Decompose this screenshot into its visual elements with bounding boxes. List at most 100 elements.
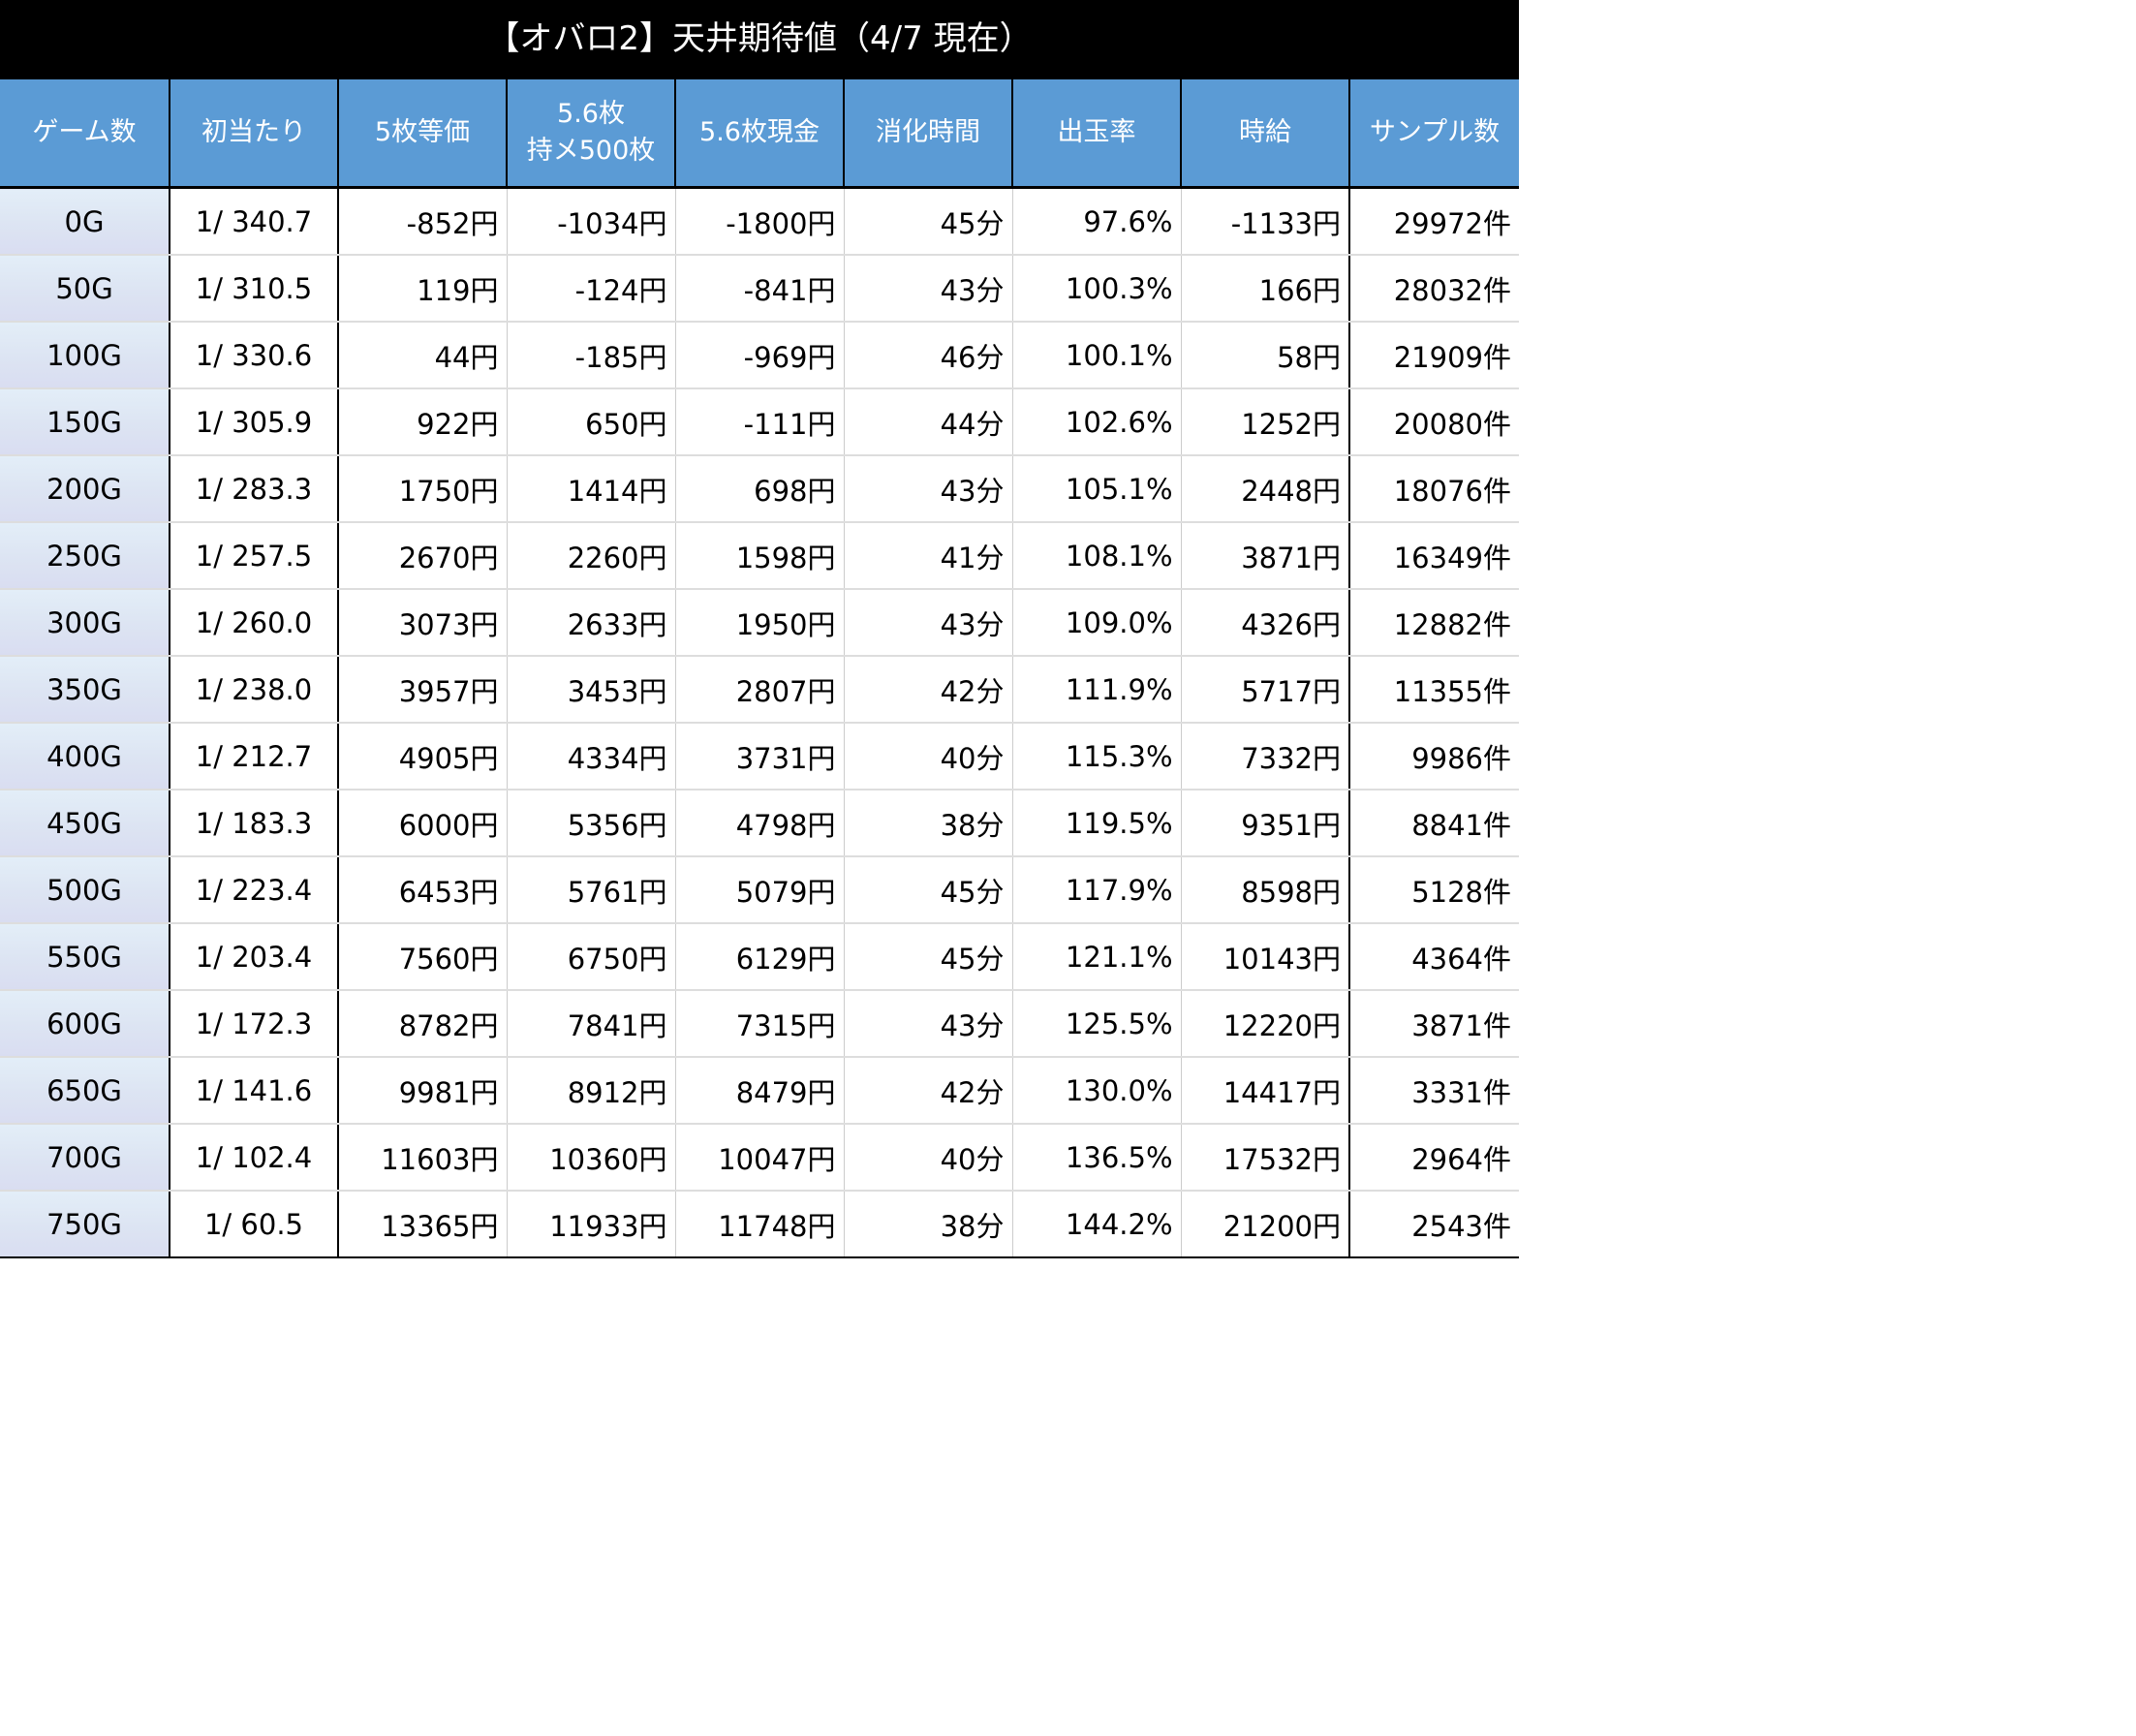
play-time-cell: 45分 <box>843 187 1012 256</box>
first-hit-cell: 1/ 340.7 <box>170 187 339 256</box>
payout-rate-cell: 100.1% <box>1011 322 1181 389</box>
table-row: 50G 1/ 310.5 119円 -124円 -841円 43分 100.3% 166円 28… <box>0 255 1519 323</box>
table-row: 100G 1/ 330.6 44円 -185円 -969円 46分 100.1% 58円 219… <box>0 322 1519 389</box>
five-coin-value-cell: 1750円 <box>337 455 507 523</box>
five-six-medal-value-cell: 6750円 <box>506 923 675 991</box>
column-header-game-count: ゲーム数 <box>0 79 170 189</box>
first-hit-cell: 1/ 330.6 <box>170 322 339 389</box>
five-six-cash-value-cell: 1950円 <box>674 589 844 657</box>
game-count-cell: 100G <box>0 322 170 389</box>
five-coin-value-cell: 3073円 <box>337 589 507 657</box>
sample-count-cell: 16349件 <box>1348 522 1519 590</box>
five-coin-value-cell: -852円 <box>337 187 507 256</box>
payout-rate-cell: 144.2% <box>1011 1191 1181 1258</box>
payout-rate-cell: 100.3% <box>1011 255 1181 323</box>
play-time-cell: 40分 <box>843 1124 1012 1192</box>
page-title: 【オバロ2】天井期待値（4/7 現在） <box>0 0 1519 79</box>
five-six-cash-value-cell: -1800円 <box>674 187 844 256</box>
play-time-cell: 44分 <box>843 388 1012 456</box>
table-row: 200G 1/ 283.3 1750円 1414円 698円 43分 105.1% 2448円… <box>0 455 1519 523</box>
payout-rate-cell: 105.1% <box>1011 455 1181 523</box>
first-hit-cell: 1/ 203.4 <box>170 923 339 991</box>
sample-count-cell: 12882件 <box>1348 589 1519 657</box>
header-row: ゲーム数 初当たり 5枚等価 5.6枚 持メ500枚 5.6枚現金 消化時間 出玉… <box>0 79 1519 189</box>
hourly-rate-cell: 4326円 <box>1180 589 1350 657</box>
five-six-medal-value-cell: -124円 <box>506 255 675 323</box>
hourly-rate-cell: 9351円 <box>1180 790 1350 857</box>
play-time-cell: 43分 <box>843 589 1012 657</box>
hourly-rate-cell: -1133円 <box>1180 187 1350 256</box>
game-count-cell: 50G <box>0 255 170 323</box>
sample-count-cell: 8841件 <box>1348 790 1519 857</box>
five-six-medal-value-cell: 8912円 <box>506 1057 675 1125</box>
game-count-cell: 250G <box>0 522 170 590</box>
play-time-cell: 38分 <box>843 1191 1012 1258</box>
sample-count-cell: 3871件 <box>1348 990 1519 1058</box>
table-row: 150G 1/ 305.9 922円 650円 -111円 44分 102.6% 1252円 2… <box>0 388 1519 456</box>
play-time-cell: 38分 <box>843 790 1012 857</box>
game-count-cell: 750G <box>0 1191 170 1258</box>
column-header-5-6-coin-medals: 5.6枚 持メ500枚 <box>506 79 675 189</box>
table-row: 650G 1/ 141.6 9981円 8912円 8479円 42分 130.0% 1441… <box>0 1057 1519 1125</box>
five-six-cash-value-cell: 2807円 <box>674 656 844 724</box>
table-row: 350G 1/ 238.0 3957円 3453円 2807円 42分 111.9% 5717… <box>0 656 1519 724</box>
hourly-rate-cell: 58円 <box>1180 322 1350 389</box>
sample-count-cell: 18076件 <box>1348 455 1519 523</box>
five-six-cash-value-cell: 698円 <box>674 455 844 523</box>
five-coin-value-cell: 13365円 <box>337 1191 507 1258</box>
five-six-medal-value-cell: 7841円 <box>506 990 675 1058</box>
five-six-medal-value-cell: 4334円 <box>506 723 675 790</box>
payout-rate-cell: 117.9% <box>1011 856 1181 924</box>
hourly-rate-cell: 5717円 <box>1180 656 1350 724</box>
five-six-cash-value-cell: -841円 <box>674 255 844 323</box>
first-hit-cell: 1/ 305.9 <box>170 388 339 456</box>
five-six-medal-value-cell: 2633円 <box>506 589 675 657</box>
five-coin-value-cell: 4905円 <box>337 723 507 790</box>
hourly-rate-cell: 8598円 <box>1180 856 1350 924</box>
five-six-medal-value-cell: 5761円 <box>506 856 675 924</box>
game-count-cell: 300G <box>0 589 170 657</box>
five-six-medal-value-cell: 3453円 <box>506 656 675 724</box>
game-count-cell: 350G <box>0 656 170 724</box>
payout-rate-cell: 97.6% <box>1011 187 1181 256</box>
payout-rate-cell: 119.5% <box>1011 790 1181 857</box>
sample-count-cell: 11355件 <box>1348 656 1519 724</box>
hourly-rate-cell: 2448円 <box>1180 455 1350 523</box>
hourly-rate-cell: 1252円 <box>1180 388 1350 456</box>
hourly-rate-cell: 12220円 <box>1180 990 1350 1058</box>
first-hit-cell: 1/ 183.3 <box>170 790 339 857</box>
play-time-cell: 43分 <box>843 255 1012 323</box>
column-header-first-hit: 初当たり <box>169 79 338 189</box>
play-time-cell: 41分 <box>843 522 1012 590</box>
table-row: 500G 1/ 223.4 6453円 5761円 5079円 45分 117.9% 8598… <box>0 856 1519 924</box>
column-header-5-coin-equivalent: 5枚等価 <box>337 79 507 189</box>
column-header-hourly-rate: 時給 <box>1180 79 1349 189</box>
five-six-medal-value-cell: 5356円 <box>506 790 675 857</box>
hourly-rate-cell: 10143円 <box>1180 923 1350 991</box>
expected-value-table: ゲーム数 初当たり 5枚等価 5.6枚 持メ500枚 5.6枚現金 消化時間 出玉… <box>0 79 1519 1258</box>
payout-rate-cell: 125.5% <box>1011 990 1181 1058</box>
five-coin-value-cell: 119円 <box>337 255 507 323</box>
game-count-cell: 200G <box>0 455 170 523</box>
first-hit-cell: 1/ 60.5 <box>170 1191 339 1258</box>
five-six-cash-value-cell: 4798円 <box>674 790 844 857</box>
table-row: 550G 1/ 203.4 7560円 6750円 6129円 45分 121.1% 1014… <box>0 923 1519 991</box>
five-six-medal-value-cell: 2260円 <box>506 522 675 590</box>
play-time-cell: 45分 <box>843 923 1012 991</box>
table-row: 300G 1/ 260.0 3073円 2633円 1950円 43分 109.0% 4326… <box>0 589 1519 657</box>
first-hit-cell: 1/ 212.7 <box>170 723 339 790</box>
game-count-cell: 450G <box>0 790 170 857</box>
payout-rate-cell: 102.6% <box>1011 388 1181 456</box>
table-row: 250G 1/ 257.5 2670円 2260円 1598円 41分 108.1% 3871… <box>0 522 1519 590</box>
five-six-medal-value-cell: 1414円 <box>506 455 675 523</box>
page: 【オバロ2】天井期待値（4/7 現在） ゲーム数 初当たり 5枚等価 5.6枚持… <box>0 0 1519 1258</box>
first-hit-cell: 1/ 102.4 <box>170 1124 339 1192</box>
column-header-payout-rate: 出玉率 <box>1011 79 1181 189</box>
sample-count-cell: 21909件 <box>1348 322 1519 389</box>
five-six-cash-value-cell: 7315円 <box>674 990 844 1058</box>
game-count-cell: 150G <box>0 388 170 456</box>
five-six-cash-value-cell: 5079円 <box>674 856 844 924</box>
payout-rate-cell: 130.0% <box>1011 1057 1181 1125</box>
sample-count-cell: 2543件 <box>1348 1191 1519 1258</box>
play-time-cell: 42分 <box>843 656 1012 724</box>
